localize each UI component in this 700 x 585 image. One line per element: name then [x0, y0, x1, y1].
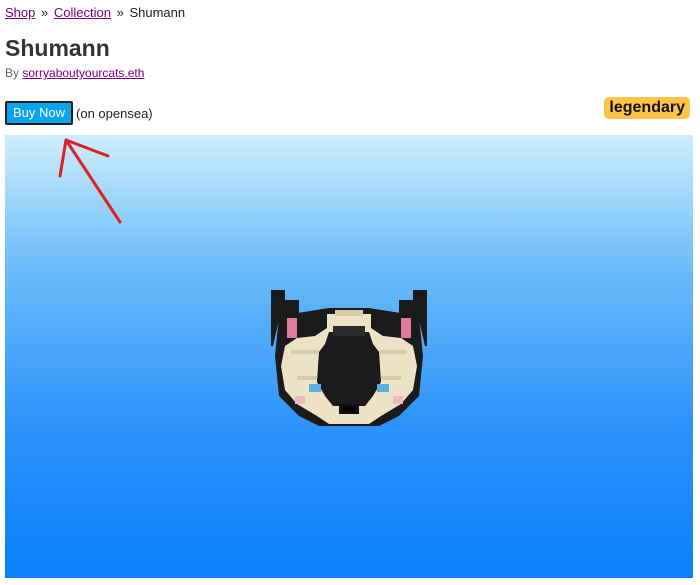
- breadcrumb: Shop » Collection » Shumann: [5, 5, 185, 21]
- left-eye: [309, 384, 321, 392]
- byline: By sorryaboutyourcats.eth: [5, 66, 144, 81]
- voxel-cat-image: [271, 290, 427, 426]
- nft-detail-page: Shop » Collection » Shumann Shumann By s…: [0, 0, 700, 585]
- left-ear-inner: [287, 318, 297, 338]
- right-eye: [377, 384, 389, 392]
- breadcrumb-link-shop[interactable]: Shop: [5, 5, 35, 20]
- buy-row: Buy Now (on opensea): [5, 101, 153, 125]
- marketplace-note: (on opensea): [76, 105, 153, 121]
- breadcrumb-link-collection[interactable]: Collection: [54, 5, 111, 20]
- byline-prefix: By: [5, 66, 20, 80]
- breadcrumb-separator: »: [41, 5, 49, 20]
- right-ear-inner: [401, 318, 411, 338]
- model-viewer[interactable]: [5, 135, 693, 578]
- breadcrumb-current: Shumann: [129, 5, 186, 20]
- page-title: Shumann: [5, 35, 110, 61]
- author-link[interactable]: sorryaboutyourcats.eth: [22, 66, 144, 80]
- face-mask: [317, 332, 381, 406]
- buy-now-button[interactable]: Buy Now: [5, 101, 74, 125]
- breadcrumb-separator: »: [116, 5, 124, 20]
- rarity-badge: legendary: [604, 97, 690, 119]
